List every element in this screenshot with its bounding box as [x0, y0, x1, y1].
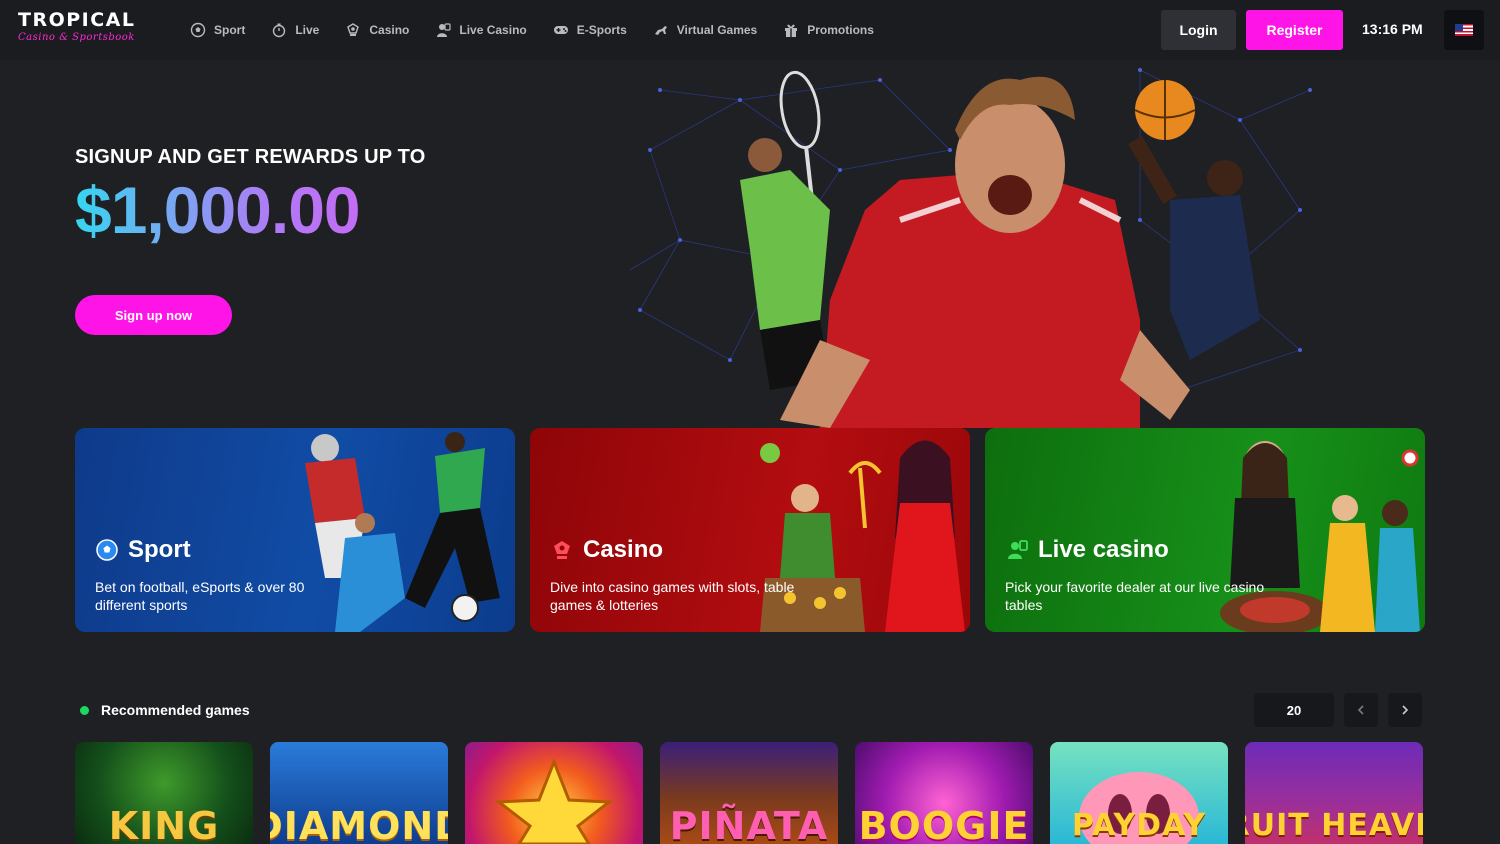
nav-item-live-casino[interactable]: Live Casino: [435, 22, 527, 38]
nav-item-esports[interactable]: E-Sports: [553, 22, 627, 38]
poker-chip-icon: [345, 22, 361, 38]
game-title: FRUIT HEAVEN: [1245, 808, 1423, 843]
category-title: Sport: [95, 536, 191, 564]
brand-name: TROPICAL: [18, 9, 136, 31]
star-icon: [494, 757, 614, 844]
game-tile[interactable]: [465, 742, 643, 844]
language-selector[interactable]: [1444, 10, 1484, 50]
category-description: Pick your favorite dealer at our live ca…: [1005, 579, 1265, 613]
game-title: PIÑATA: [669, 804, 829, 844]
dealer-icon: [1005, 538, 1029, 562]
carousel-prev-button[interactable]: [1344, 693, 1378, 727]
category-description: Dive into casino games with slots, table…: [550, 579, 795, 613]
gift-icon: [783, 22, 799, 38]
game-tile[interactable]: BOOGIE: [855, 742, 1033, 844]
brand-logo[interactable]: TROPICAL Casino & Sportsbook: [18, 10, 138, 50]
top-header: TROPICAL Casino & Sportsbook Sport Live …: [0, 0, 1500, 60]
soccer-ball-icon: [190, 22, 206, 38]
chevron-left-icon: [1357, 705, 1364, 715]
nav-label: Virtual Games: [676, 23, 758, 37]
main-nav: Sport Live Casino Live Casino E-Sports V…: [190, 0, 900, 60]
clock: 13:16 PM: [1362, 21, 1423, 37]
category-card-live-casino[interactable]: Live casino Pick your favorite dealer at…: [985, 428, 1425, 632]
category-title: Casino: [550, 536, 663, 564]
us-flag-icon: [1455, 24, 1473, 36]
category-title: Live casino: [1005, 536, 1169, 564]
hero-athletes-image: [740, 70, 1260, 428]
nav-item-sport[interactable]: Sport: [190, 22, 245, 38]
nav-label: Live: [295, 23, 320, 37]
hero-kicker: SIGNUP AND GET REWARDS UP TO: [75, 146, 426, 168]
register-button[interactable]: Register: [1246, 10, 1343, 50]
game-title: KING: [108, 804, 220, 844]
category-description: Bet on football, eSports & over 80 diffe…: [95, 579, 305, 613]
hero-reward-amount: $1,000.00: [75, 173, 361, 247]
section-title: Recommended games: [101, 702, 250, 718]
category-title-text: Live casino: [1038, 536, 1169, 563]
category-title-text: Sport: [128, 536, 191, 563]
carousel-next-button[interactable]: [1388, 693, 1422, 727]
stopwatch-icon: [271, 22, 287, 38]
game-tile[interactable]: PAYDAY: [1050, 742, 1228, 844]
signup-button[interactable]: Sign up now: [75, 295, 232, 335]
brand-tagline: Casino & Sportsbook: [18, 32, 135, 43]
login-button[interactable]: Login: [1161, 10, 1236, 50]
status-dot: [80, 706, 89, 715]
nav-item-virtual-games[interactable]: Virtual Games: [653, 22, 757, 38]
game-tile[interactable]: KING: [75, 742, 253, 844]
poker-chip-icon: [550, 538, 574, 562]
game-tile[interactable]: DIAMOND: [270, 742, 448, 844]
gamepad-icon: [553, 22, 569, 38]
chevron-right-icon: [1402, 705, 1409, 715]
games-count[interactable]: 20: [1254, 693, 1334, 727]
nav-item-casino[interactable]: Casino: [345, 22, 409, 38]
nav-label: E-Sports: [576, 23, 627, 37]
game-tile[interactable]: PIÑATA: [660, 742, 838, 844]
horse-racing-icon: [653, 22, 669, 38]
dealer-icon: [435, 22, 451, 38]
game-title: PAYDAY: [1071, 808, 1207, 843]
nav-item-promotions[interactable]: Promotions: [783, 22, 874, 38]
nav-item-live[interactable]: Live: [271, 22, 319, 38]
game-title: DIAMOND: [270, 804, 448, 844]
category-card-sport[interactable]: Sport Bet on football, eSports & over 80…: [75, 428, 515, 632]
nav-label: Casino: [369, 23, 410, 37]
nav-label: Sport: [214, 23, 246, 37]
soccer-ball-icon: [95, 538, 119, 562]
nav-label: Promotions: [807, 23, 874, 37]
category-card-casino[interactable]: Casino Dive into casino games with slots…: [530, 428, 970, 632]
game-tile[interactable]: FRUIT HEAVEN: [1245, 742, 1423, 844]
nav-label: Live Casino: [459, 23, 527, 37]
category-title-text: Casino: [583, 536, 664, 563]
game-title: BOOGIE: [858, 804, 1030, 844]
